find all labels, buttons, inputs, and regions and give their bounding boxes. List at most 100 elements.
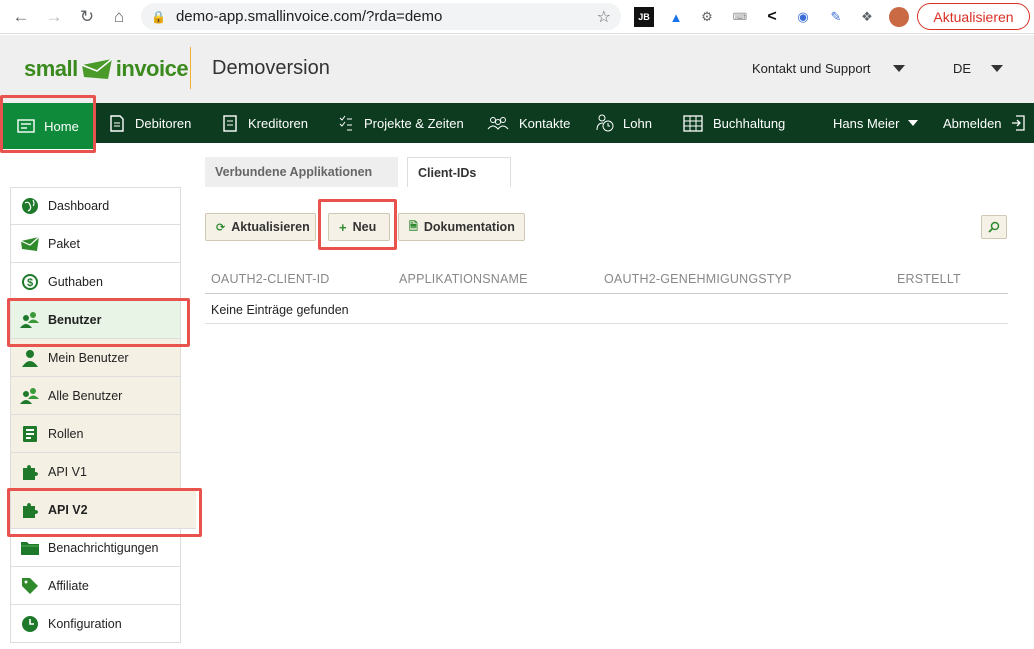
gear-extension-icon[interactable]: ⚙ bbox=[697, 7, 717, 27]
sidebar-item-label: Rollen bbox=[48, 426, 84, 441]
home-icon[interactable]: ⌂ bbox=[108, 6, 130, 28]
column-header-created[interactable]: ERSTELLT bbox=[897, 272, 961, 286]
highlight-benutzer bbox=[7, 298, 190, 347]
nav-kreditoren[interactable]: Kreditoren bbox=[221, 103, 308, 143]
profile-avatar[interactable] bbox=[889, 7, 909, 27]
highlight-home bbox=[0, 95, 96, 153]
sidebar-item-paket[interactable]: Paket bbox=[10, 225, 181, 263]
sidebar-item-label: Guthaben bbox=[48, 274, 103, 289]
address-bar[interactable]: 🔒 demo-app.smallinvoice.com/?rda=demo ☆ bbox=[141, 3, 621, 30]
tag-icon bbox=[20, 576, 40, 596]
column-header-grant-type[interactable]: OAUTH2-GENEHMIGUNGSTYP bbox=[604, 272, 792, 286]
document-icon bbox=[108, 114, 126, 132]
jetbrains-extension-icon[interactable]: JB bbox=[634, 7, 654, 27]
content-panel bbox=[181, 187, 1034, 649]
table-row-divider bbox=[205, 323, 1008, 324]
search-button[interactable] bbox=[981, 215, 1007, 239]
nav-buchhaltung-label: Buchhaltung bbox=[713, 115, 786, 131]
sidebar-item-label: Benachrichtigungen bbox=[48, 540, 159, 555]
envelope-logo-icon bbox=[81, 58, 113, 79]
logo-word-small: small bbox=[24, 56, 78, 81]
documentation-label: Dokumentation bbox=[423, 220, 515, 234]
nav-projekte[interactable]: Projekte & Zeiten bbox=[337, 103, 464, 143]
sidebar-item-label: Alle Benutzer bbox=[48, 388, 123, 403]
sidebar-item-konfiguration[interactable]: Konfiguration bbox=[10, 605, 181, 643]
chevron-down-icon bbox=[892, 65, 905, 72]
tab-client-ids[interactable]: Client-IDs bbox=[407, 157, 511, 187]
column-header-client-id[interactable]: OAUTH2-CLIENT-ID bbox=[211, 272, 330, 286]
puzzle-extensions-icon[interactable]: ❖ bbox=[857, 7, 877, 27]
column-header-app-name[interactable]: APPLIKATIONSNAME bbox=[399, 272, 528, 286]
browser-update-button[interactable]: Aktualisieren bbox=[917, 3, 1030, 30]
nav-buchhaltung[interactable]: Buchhaltung bbox=[682, 103, 785, 143]
folder-icon bbox=[20, 538, 40, 558]
tab-verbundene-applikationen[interactable]: Verbundene Applikationen bbox=[205, 157, 398, 187]
logo-word-invoice: invoice bbox=[115, 56, 189, 81]
sidebar-item-label: Mein Benutzer bbox=[48, 350, 129, 365]
sidebar-item-dashboard[interactable]: Dashboard bbox=[10, 187, 181, 225]
bookmark-star-icon[interactable]: ☆ bbox=[597, 7, 611, 27]
highlight-api-v2 bbox=[7, 488, 202, 537]
highlight-new-button bbox=[318, 199, 397, 250]
browser-update-label: Aktualisieren bbox=[933, 8, 1014, 25]
sidebar-item-api-v1[interactable]: API V1 bbox=[10, 453, 181, 491]
sidebar-item-label: Konfiguration bbox=[48, 616, 122, 631]
main-navigation: Home Debitoren Kreditoren Projekte & Zei… bbox=[0, 103, 1034, 149]
browser-toolbar: ← → ↻ ⌂ 🔒 demo-app.smallinvoice.com/?rda… bbox=[0, 0, 1034, 34]
url-text: demo-app.smallinvoice.com/?rda=demo bbox=[175, 8, 443, 25]
language-label: DE bbox=[953, 61, 972, 76]
sidebar-item-affiliate[interactable]: Affiliate bbox=[10, 567, 181, 605]
sidebar-item-label: Dashboard bbox=[48, 199, 110, 213]
search-icon bbox=[988, 221, 1000, 233]
dollar-icon: $ bbox=[20, 272, 40, 292]
logout-icon bbox=[1009, 114, 1027, 132]
nav-kontakte-label: Kontakte bbox=[519, 115, 571, 131]
nav-debitoren-label: Debitoren bbox=[135, 115, 192, 131]
document-icon: 🗎 bbox=[409, 220, 418, 233]
checklist-icon bbox=[337, 114, 355, 132]
sidebar-item-guthaben[interactable]: $ Guthaben bbox=[10, 263, 181, 301]
nav-debitoren[interactable]: Debitoren bbox=[108, 103, 191, 143]
lock-icon: 🔒 bbox=[151, 9, 166, 24]
sidebar-item-rollen[interactable]: Rollen bbox=[10, 415, 181, 453]
logout-button[interactable]: Abmelden bbox=[943, 103, 1027, 143]
documentation-button[interactable]: 🗎 Dokumentation bbox=[398, 213, 525, 241]
header-divider bbox=[190, 47, 191, 89]
envelope-icon bbox=[20, 234, 40, 254]
table-header-divider bbox=[205, 293, 1008, 294]
user-menu[interactable]: Hans Meier bbox=[833, 103, 919, 143]
refresh-icon: ⟳ bbox=[216, 221, 226, 234]
sidebar-item-alle-benutzer[interactable]: Alle Benutzer bbox=[10, 377, 181, 415]
page-title: Demoversion bbox=[212, 57, 330, 79]
app-header: small invoice Demoversion Kontakt und Su… bbox=[0, 35, 1034, 103]
back-icon[interactable]: ← bbox=[10, 6, 32, 28]
translate-extension-icon[interactable]: ▲ bbox=[666, 7, 686, 27]
svg-text:$: $ bbox=[27, 277, 33, 289]
nav-kontakte[interactable]: Kontakte bbox=[486, 103, 570, 143]
smallinvoice-logo[interactable]: small invoice bbox=[24, 49, 189, 89]
refresh-button[interactable]: ⟳ Aktualisieren bbox=[205, 213, 316, 241]
salary-clock-icon bbox=[596, 114, 614, 132]
keyboard-extension-icon[interactable]: ⌨ bbox=[730, 7, 750, 27]
ledger-grid-icon bbox=[682, 114, 704, 132]
code-extension-icon[interactable]: < bbox=[762, 7, 782, 27]
nav-kreditoren-label: Kreditoren bbox=[248, 115, 308, 131]
user-icon bbox=[20, 348, 40, 368]
clock-icon bbox=[20, 614, 40, 634]
tab-label: Client-IDs bbox=[418, 165, 477, 180]
user-name-label: Hans Meier bbox=[833, 115, 900, 131]
support-label: Kontakt und Support bbox=[752, 61, 871, 76]
support-menu[interactable]: Kontakt und Support bbox=[752, 61, 905, 76]
logout-label: Abmelden bbox=[943, 115, 1002, 131]
nav-projekte-label: Projekte & Zeiten bbox=[364, 115, 464, 131]
tab-label: Verbundene Applikationen bbox=[215, 165, 373, 179]
globe-icon bbox=[20, 196, 40, 216]
onion-extension-icon[interactable]: ◉ bbox=[793, 7, 813, 27]
language-selector[interactable]: DE bbox=[953, 61, 1004, 76]
reload-icon[interactable]: ↻ bbox=[76, 6, 98, 28]
forward-icon[interactable]: → bbox=[43, 6, 65, 28]
nav-lohn[interactable]: Lohn bbox=[596, 103, 652, 143]
eyedropper-extension-icon[interactable]: ✎ bbox=[826, 7, 846, 27]
sidebar-item-label: Paket bbox=[48, 236, 80, 251]
users-icon bbox=[20, 386, 40, 406]
